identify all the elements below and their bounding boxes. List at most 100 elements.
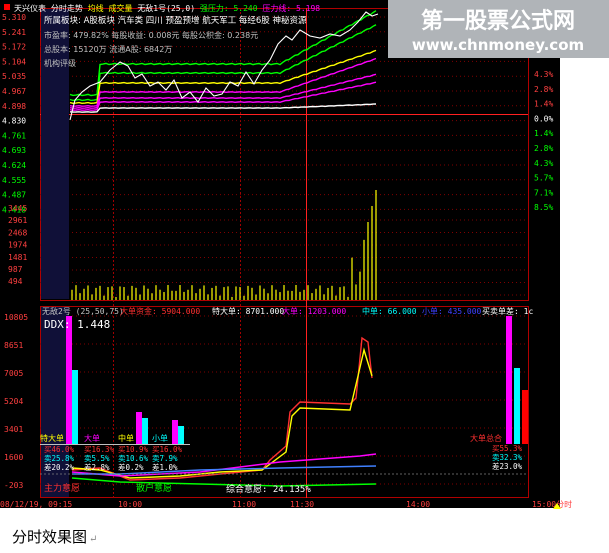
header-part: 无敌1号(25,0) bbox=[137, 3, 200, 13]
category-label: 中单 bbox=[118, 433, 134, 443]
order-bar bbox=[142, 418, 148, 444]
category-label: 小单 bbox=[152, 433, 168, 443]
price-tick: 5.310 bbox=[2, 13, 26, 22]
big-order-buy: 大单资金: 5904.000 bbox=[120, 306, 200, 316]
watermark-url: www.chnmoney.com bbox=[412, 36, 584, 54]
watermark-title: 第一股票公式网 bbox=[421, 8, 575, 34]
order-bar bbox=[136, 412, 142, 444]
diff-stat: 差0.2% bbox=[118, 462, 144, 472]
price-tick: 5.104 bbox=[2, 57, 26, 66]
price-tick: 4.693 bbox=[2, 146, 26, 155]
buy-stat: 买16.3% bbox=[84, 445, 115, 454]
sell-stat: 卖5.5% bbox=[84, 454, 110, 463]
pct-tick: 8.5% bbox=[534, 203, 553, 212]
price-tick: 5.035 bbox=[2, 72, 26, 81]
time-tick: 10:00 bbox=[118, 500, 142, 509]
diff-stat: 差20.2% bbox=[44, 462, 75, 472]
volume-tick: 494 bbox=[8, 277, 23, 286]
info-row-sector: 所属板块: A股板块 汽车类 四川 预盈预增 航天军工 每经6股 神秘资源 bbox=[44, 15, 307, 26]
sell-stat: 卖7.9% bbox=[152, 454, 178, 463]
ddx-tick: 7005 bbox=[4, 369, 23, 378]
menu-icon[interactable] bbox=[4, 4, 10, 10]
time-tick: 08/12/19, 09:15 bbox=[0, 500, 72, 509]
order-bar bbox=[178, 426, 184, 444]
ddx-tick: 1600 bbox=[4, 453, 23, 462]
pct-tick: 0.0% bbox=[534, 114, 553, 123]
volume-tick: 987 bbox=[8, 265, 23, 274]
ddx-tick: 5204 bbox=[4, 397, 23, 406]
price-tick: 5.241 bbox=[2, 28, 26, 37]
price-tick: 4.898 bbox=[2, 102, 26, 111]
pct-tick: 5.7% bbox=[534, 174, 553, 183]
special-big-value: 特大单: 8701.000 bbox=[212, 306, 284, 316]
stock-chart: 5.310 5.241 5.172 5.104 5.035 4.967 4.898 4.830… bbox=[0, 0, 609, 510]
retail-intent: 散户意愿 bbox=[136, 482, 172, 494]
order-bar bbox=[66, 316, 72, 444]
ddx-tick: 8651 bbox=[4, 341, 23, 350]
ddx-tick: 10805 bbox=[4, 313, 28, 322]
volume-tick: 2468 bbox=[8, 228, 27, 237]
order-bar bbox=[172, 420, 178, 444]
buy-stat: 买16.0% bbox=[152, 445, 183, 454]
price-tick: 5.172 bbox=[2, 43, 26, 52]
ddx-tick: -203 bbox=[4, 481, 23, 490]
sell-stat: 卖25.8% bbox=[44, 454, 75, 463]
pct-tick: 2.8% bbox=[534, 144, 553, 153]
diff-value: 买卖单差: 1c bbox=[482, 306, 533, 316]
pct-tick: 1.4% bbox=[534, 129, 553, 138]
header-part: 分时走势 bbox=[51, 3, 88, 13]
figure-caption: 分时效果图 ↵ bbox=[12, 528, 98, 546]
category-label: 特大单 bbox=[40, 433, 64, 443]
right-buy: 买55.3% bbox=[492, 444, 523, 453]
price-tick: 4.555 bbox=[2, 176, 26, 185]
time-tick: 11:30 bbox=[290, 500, 314, 509]
lower-header: 无敌2号 (25,50,75) bbox=[42, 306, 124, 316]
price-tick: 4.487 bbox=[2, 191, 26, 200]
info-row-rating: 机构评级 bbox=[44, 58, 76, 68]
pct-tick: 7.1% bbox=[534, 188, 553, 197]
order-bar bbox=[522, 390, 528, 444]
volume-tick: 3445 bbox=[8, 204, 27, 213]
price-tick: 4.967 bbox=[2, 87, 26, 96]
diff-stat: 差2.8% bbox=[84, 462, 110, 472]
volume-tick: 1481 bbox=[8, 253, 27, 262]
order-bar bbox=[514, 368, 520, 444]
info-row-pe: 市盈率: 479.82% 每股收益: 0.008元 每股公积金: 0.238元 bbox=[44, 30, 258, 40]
volume-tick: 1974 bbox=[8, 241, 27, 250]
pct-tick: 4.3% bbox=[534, 159, 553, 168]
big-value: 大单: 1203.000 bbox=[282, 306, 346, 316]
volume-tick: 2961 bbox=[8, 216, 27, 225]
header-part: 强压力: 5.240 bbox=[200, 3, 263, 13]
header-part: 天兴仪表 bbox=[14, 3, 51, 13]
order-bar bbox=[506, 316, 512, 444]
pct-tick: 4.3% bbox=[534, 70, 553, 79]
category-label: 大单 bbox=[84, 433, 100, 443]
right-diff: 差23.0% bbox=[492, 461, 523, 471]
combined-intent: 综合意愿: 24.135% bbox=[226, 483, 311, 495]
order-bar bbox=[72, 370, 78, 444]
info-row-shares: 总股本: 15120万 流通A股: 6842万 bbox=[44, 44, 172, 54]
chart-header: 天兴仪表 分时走势 均线 成交量 无敌1号(25,0) 强压力: 5.240 压… bbox=[14, 3, 320, 13]
diff-stat: 差1.0% bbox=[152, 462, 178, 472]
main-intent: 主力意愿 bbox=[44, 482, 80, 494]
buy-stat: 买10.9% bbox=[118, 445, 149, 454]
time-tick: 14:00 bbox=[406, 500, 430, 509]
time-tick: 15:00分时 bbox=[532, 499, 572, 509]
ddx-tick: -3.5 bbox=[4, 509, 23, 510]
pct-tick: 1.4% bbox=[534, 100, 553, 109]
header-part: 压力线: 5.198 bbox=[262, 3, 320, 13]
time-tick: 11:00 bbox=[232, 500, 256, 509]
buy-stat: 买46.0% bbox=[44, 445, 75, 454]
small-value: 小单: 435.000 bbox=[422, 306, 482, 316]
price-tick: 4.624 bbox=[2, 161, 26, 170]
big-summary-label: 大单总合 bbox=[470, 433, 502, 443]
sell-stat: 卖10.6% bbox=[118, 454, 149, 463]
header-part: 成交量 bbox=[108, 3, 137, 13]
right-sell: 卖32.3% bbox=[492, 453, 523, 462]
medium-value: 中单: 66.000 bbox=[362, 306, 417, 316]
ddx-tick: 3401 bbox=[4, 425, 23, 434]
ddx-value: DDX: 1.448 bbox=[44, 318, 110, 331]
price-tick: 4.761 bbox=[2, 131, 26, 140]
price-tick: 4.830 bbox=[2, 117, 26, 126]
pct-tick: 2.8% bbox=[534, 85, 553, 94]
